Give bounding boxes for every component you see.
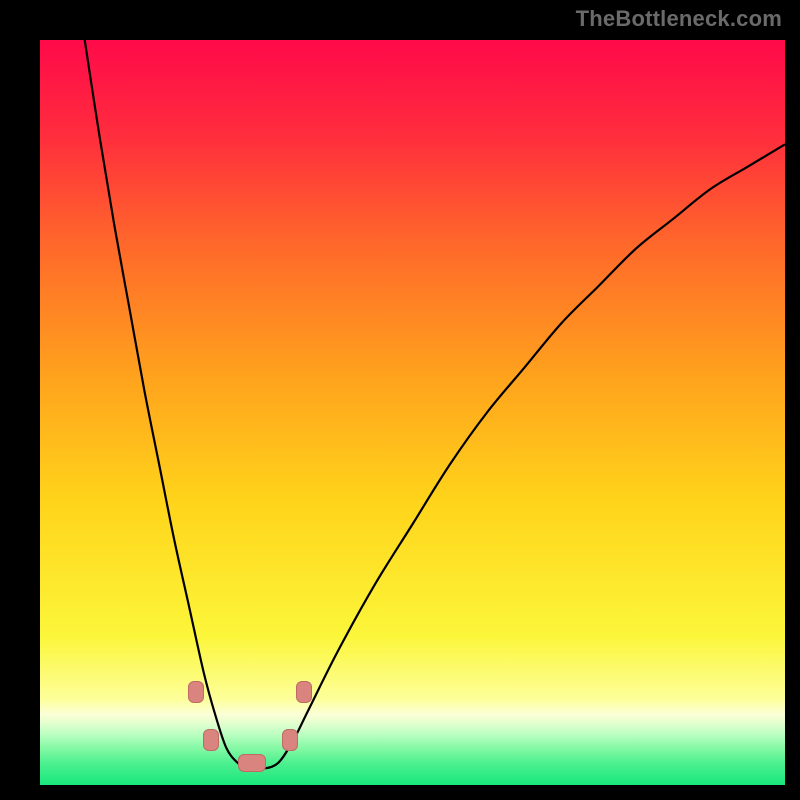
curve-path [85, 40, 785, 769]
plot-area [40, 40, 785, 785]
watermark-text: TheBottleneck.com [576, 6, 782, 32]
curve-marker-0 [188, 681, 204, 703]
chart-frame: TheBottleneck.com [0, 0, 800, 800]
bottleneck-curve [40, 40, 785, 785]
curve-marker-4 [296, 681, 312, 703]
curve-marker-3 [282, 729, 298, 751]
curve-marker-2 [238, 754, 266, 772]
curve-marker-1 [203, 729, 219, 751]
